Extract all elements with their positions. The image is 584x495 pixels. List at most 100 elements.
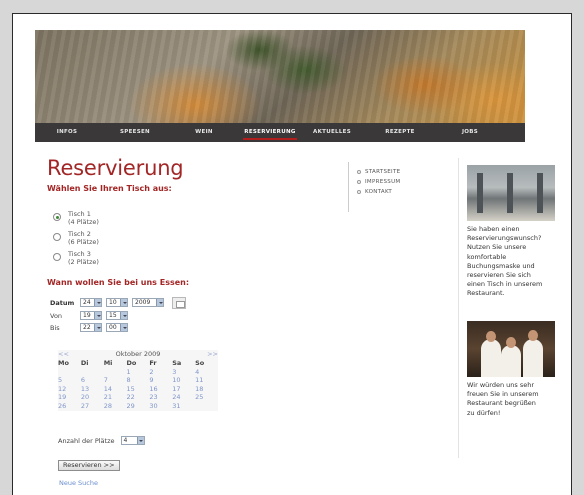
table-option-3[interactable]: Tisch 3 (2 Plätze) [47,250,99,266]
calendar-day[interactable]: 29 [127,402,150,411]
sidebar-text-line: komfortable [467,252,507,261]
staff-image [467,321,555,377]
sidebar-text-line: einen Tisch in unserem [467,280,543,289]
date-day-select[interactable]: 24 [80,298,102,307]
calendar-day[interactable]: 25 [195,393,218,402]
from-label: Von [50,311,63,320]
bullet-icon [357,170,361,174]
calendar-day[interactable]: 28 [104,402,127,411]
calendar-day[interactable]: 2 [149,368,172,377]
calendar-day-name: So [195,359,205,367]
link-kontakt[interactable]: KONTAKT [357,187,400,197]
calendar-day[interactable]: 24 [172,393,195,402]
nav-jobs[interactable]: JOBS [439,123,501,142]
nav-infos[interactable]: INFOS [35,123,99,142]
calendar-day[interactable]: 11 [195,376,218,385]
calendar-day[interactable]: 5 [58,376,81,385]
calendar-day[interactable]: 16 [149,385,172,394]
calendar-day[interactable]: 18 [195,385,218,394]
table-option-1[interactable]: Tisch 1 (4 Plätze) [47,210,99,226]
sidebar-text-line: Nutzen Sie unsere [467,243,527,252]
calendar-day[interactable]: 22 [127,393,150,402]
nav-rezepte[interactable]: REZEPTE [361,123,439,142]
calendar-day[interactable]: 8 [127,376,150,385]
calendar-day[interactable]: 20 [81,393,104,402]
seats-select[interactable]: 4 [120,436,145,445]
to-hour-select[interactable]: 22 [80,323,102,332]
calendar-day[interactable]: 26 [58,402,81,411]
sidebar-text-1: Sie haben einen Reservierungswunsch? Nutze… [467,225,557,299]
calendar-day-name: Do [126,359,137,367]
calendar-day[interactable]: 13 [81,385,104,394]
chevron-down-icon [120,299,127,306]
nav-reservierung[interactable]: RESERVIERUNG [237,123,303,142]
calendar-day[interactable]: 21 [104,393,127,402]
bullet-icon [357,190,361,194]
link-startseite[interactable]: STARTSEITE [357,167,400,177]
calendar-day-name: Mi [103,359,113,367]
date-label: Datum [50,298,75,307]
reserve-button[interactable]: Reservieren >> [58,460,120,471]
bullet-icon [357,180,361,184]
calendar-day[interactable]: 4 [195,368,218,377]
calendar-day[interactable]: 12 [58,385,81,394]
restaurant-interior-image [467,165,555,221]
nav-wein[interactable]: WEIN [171,123,237,142]
nav-aktuelles[interactable]: AKTUELLES [303,123,361,142]
table-seats: (4 Plätze) [68,218,99,226]
radio-button[interactable] [53,213,61,221]
calendar-day[interactable]: 9 [149,376,172,385]
calendar-day[interactable]: 3 [172,368,195,377]
calendar-day[interactable]: 14 [104,385,127,394]
from-hour-select[interactable]: 19 [80,311,102,320]
seats-label: Anzahl der Plätze [58,436,115,445]
chevron-down-icon [136,437,144,444]
nav-speesen[interactable]: SPEESEN [99,123,171,142]
calendar-day[interactable]: 7 [104,376,127,385]
from-minute-select[interactable]: 15 [106,311,128,320]
table-name: Tisch 3 [68,250,91,258]
calendar-day[interactable]: 6 [81,376,104,385]
sidebar-text-line: zu dürfen! [467,408,501,417]
calendar-day[interactable]: 31 [172,402,195,411]
calendar-day[interactable]: 15 [127,385,150,394]
calendar-day[interactable]: 23 [149,393,172,402]
calendar-day[interactable]: 19 [58,393,81,402]
calendar-next-button[interactable]: >> [204,350,218,359]
radio-button[interactable] [53,233,61,241]
table-seats: (2 Plätze) [68,258,99,266]
header-banner-image [35,30,525,123]
date-year-select[interactable]: 2009 [132,298,164,307]
table-option-2[interactable]: Tisch 2 (6 Plätze) [47,230,99,246]
main-navigation: INFOS SPEESEN WEIN RESERVIERUNG AKTUELLE… [35,123,525,142]
radio-button[interactable] [53,253,61,261]
to-label: Bis [50,323,60,332]
divider [348,162,349,212]
calendar-day-name: Mo [58,359,69,367]
table-options: Tisch 1 (4 Plätze) Tisch 2 (6 Plätze) Tisc… [47,210,99,270]
calendar-day[interactable]: 30 [149,402,172,411]
calendar-day[interactable]: 27 [81,402,104,411]
sidebar-block-1: Sie haben einen Reservierungswunsch? Nutze… [467,165,557,299]
to-minute-select[interactable]: 00 [106,323,128,332]
calendar-day[interactable]: 1 [127,368,150,377]
chevron-down-icon [94,312,101,319]
sidebar-text-line: Buchungsmaske und [467,261,535,270]
calendar-day[interactable]: 10 [172,376,195,385]
new-search-link[interactable]: Neue Suche [59,479,98,487]
link-impressum[interactable]: IMPRESSUM [357,177,400,187]
calendar-day[interactable]: 17 [172,385,195,394]
sidebar-text-line: Reservierungswunsch? [467,234,542,243]
table-seats: (6 Plätze) [68,238,99,246]
sidebar-block-2: Wir würden uns sehr freuen Sie in unserem… [467,321,557,418]
calendar-prev-button[interactable]: << [58,350,72,359]
calendar-grid: Mo Di Mi Do Fr Sa So 1 2 3 4 5 6 7 8 9 10 11 12 13 14 15 16 17 1… [58,359,218,411]
chevron-down-icon [94,299,101,306]
table-name: Tisch 1 [68,210,91,218]
calendar-day [81,368,104,377]
date-month-select[interactable]: 10 [106,298,128,307]
datetime-form: Datum 24 10 2009 Von 19 15 Bis 22 00 [50,296,186,334]
calendar-day-name: Sa [172,359,182,367]
calendar-icon[interactable] [172,296,186,309]
calendar-day-name: Fr [149,359,157,367]
